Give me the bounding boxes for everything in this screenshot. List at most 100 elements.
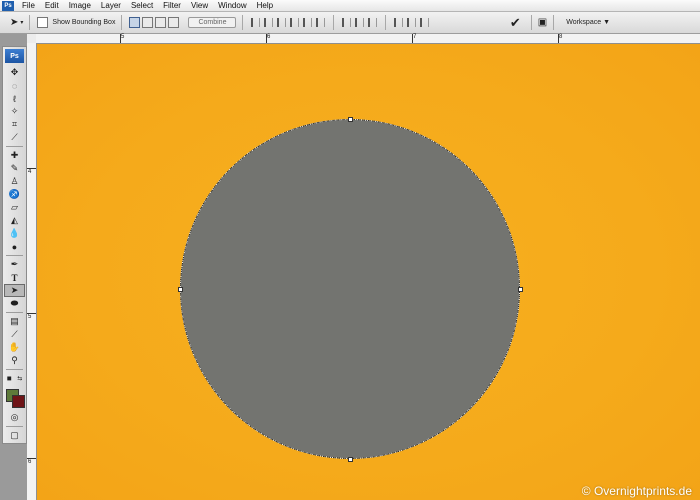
show-bounding-box-label: Show Bounding Box — [52, 19, 116, 26]
separator — [385, 15, 387, 30]
menu-file[interactable]: File — [17, 0, 40, 11]
shape-add-icon[interactable] — [129, 17, 141, 28]
pen-tool-icon[interactable]: ✒ — [4, 258, 25, 271]
app-logo-small: Ps — [2, 0, 14, 11]
chevron-down-icon: ▼ — [603, 19, 610, 26]
distribute-bottom-icon[interactable] — [368, 18, 378, 27]
move-tool-icon[interactable]: ✥ — [4, 66, 25, 79]
ruler-tick — [27, 313, 36, 314]
lasso-tool-icon[interactable]: ℓ — [4, 92, 25, 105]
options-bar: ➤ ▾ Show Bounding Box Combine ✔ ▣ Worksp… — [0, 12, 700, 34]
eyedropper-tool-icon[interactable]: ⟋ — [4, 328, 25, 341]
brush-tool-icon[interactable]: ✎ — [4, 162, 25, 175]
ruler-tick — [120, 34, 121, 43]
menu-layer[interactable]: Layer — [96, 0, 126, 11]
default-colors-icon[interactable]: ◼ — [7, 375, 12, 382]
path-anchor-bottom[interactable] — [348, 457, 353, 462]
clone-stamp-tool-icon[interactable]: ♙ — [4, 175, 25, 188]
menu-window[interactable]: Window — [213, 0, 251, 11]
photoshop-logo: Ps — [5, 49, 24, 63]
distribute-top-icon[interactable] — [342, 18, 352, 27]
separator — [6, 312, 23, 313]
ruler-label: 4 — [28, 169, 32, 175]
align-right-icon[interactable] — [316, 18, 326, 27]
marquee-tool-icon[interactable]: ◌ — [4, 79, 25, 92]
ruler-label: 7 — [413, 34, 417, 40]
ruler-label: 8 — [559, 34, 563, 40]
path-anchor-right[interactable] — [518, 287, 523, 292]
notes-tool-icon[interactable]: ▤ — [4, 315, 25, 328]
blur-tool-icon[interactable]: 💧 — [4, 227, 25, 240]
history-brush-tool-icon[interactable]: ♐ — [4, 188, 25, 201]
menu-help[interactable]: Help — [252, 0, 278, 11]
document-canvas[interactable] — [37, 44, 700, 500]
align-bottom-icon[interactable] — [277, 18, 287, 27]
ruler-label: 5 — [28, 314, 32, 320]
separator — [553, 15, 555, 30]
hand-tool-icon[interactable]: ✋ — [4, 341, 25, 354]
menu-filter[interactable]: Filter — [158, 0, 186, 11]
separator — [6, 146, 23, 147]
align-vcenter-icon[interactable] — [264, 18, 274, 27]
ruler-label: 5 — [121, 34, 125, 40]
swap-arrow-icon[interactable]: ⇆ — [17, 375, 22, 382]
path-anchor-top[interactable] — [348, 117, 353, 122]
color-swatches — [4, 387, 25, 409]
ruler-label: 6 — [28, 459, 32, 465]
slice-tool-icon[interactable]: ⟋ — [4, 131, 25, 144]
magic-wand-tool-icon[interactable]: ✧ — [4, 105, 25, 118]
quick-mask-icon[interactable]: ◎ — [4, 411, 25, 424]
menu-view[interactable]: View — [186, 0, 213, 11]
crop-tool-icon[interactable]: ⌗ — [4, 118, 25, 131]
screen-mode-icon[interactable]: ▢ — [4, 429, 25, 442]
eraser-tool-icon[interactable]: ▱ — [4, 201, 25, 214]
distribute-right-icon[interactable] — [420, 18, 430, 27]
menu-bar: Ps File Edit Image Layer Select Filter V… — [0, 0, 700, 12]
workspace-label: Workspace — [566, 19, 602, 26]
align-top-icon[interactable] — [251, 18, 261, 27]
ruler-top[interactable]: 5 6 7 8 — [36, 34, 700, 44]
separator — [6, 255, 23, 256]
zoom-tool-icon[interactable]: ⚲ — [4, 354, 25, 367]
menu-image[interactable]: Image — [64, 0, 96, 11]
combine-button[interactable]: Combine — [188, 17, 237, 28]
ruler-tick — [27, 458, 36, 459]
align-left-icon[interactable] — [290, 18, 300, 27]
menu-edit[interactable]: Edit — [40, 0, 64, 11]
background-color-swatch[interactable] — [12, 395, 25, 408]
dodge-tool-icon[interactable]: ● — [4, 240, 25, 253]
distribute-left-icon[interactable] — [394, 18, 404, 27]
ruler-tick — [558, 34, 559, 43]
swap-colors-icon[interactable]: ◼ ⇆ — [4, 372, 25, 385]
ruler-tick — [412, 34, 413, 43]
tool-preset-dropdown-icon[interactable]: ▾ — [20, 19, 23, 26]
arrow-tool-icon[interactable]: ➤ — [10, 17, 18, 28]
align-hcenter-icon[interactable] — [303, 18, 313, 27]
type-tool-icon[interactable]: T — [4, 271, 25, 284]
ruler-left[interactable]: 4 5 6 — [27, 43, 37, 500]
healing-brush-tool-icon[interactable]: ✚ — [4, 149, 25, 162]
separator — [242, 15, 244, 30]
shape-intersect-icon[interactable] — [155, 17, 167, 28]
paint-bucket-tool-icon[interactable]: ◭ — [4, 214, 25, 227]
file-browser-icon[interactable]: ▣ — [538, 17, 547, 28]
ruler-label: 6 — [267, 34, 271, 40]
watermark-credit: © Overnightprints.de — [581, 484, 692, 498]
ruler-tick — [27, 168, 36, 169]
path-anchor-left[interactable] — [178, 287, 183, 292]
path-selection-tool-icon[interactable]: ➤ — [4, 284, 25, 297]
ellipse-tool-icon[interactable]: ⬬ — [4, 297, 25, 310]
separator — [121, 15, 123, 30]
separator — [333, 15, 335, 30]
distribute-vcenter-icon[interactable] — [355, 18, 365, 27]
distribute-hcenter-icon[interactable] — [407, 18, 417, 27]
workspace-menu[interactable]: Workspace ▼ — [566, 19, 610, 26]
path-outline — [180, 119, 520, 459]
shape-exclude-icon[interactable] — [168, 17, 180, 28]
menu-select[interactable]: Select — [126, 0, 158, 11]
shape-subtract-icon[interactable] — [142, 17, 154, 28]
separator — [6, 369, 23, 370]
ruler-tick — [266, 34, 267, 43]
commit-check-icon[interactable]: ✔ — [510, 15, 521, 31]
show-bounding-box-checkbox[interactable] — [37, 17, 49, 28]
